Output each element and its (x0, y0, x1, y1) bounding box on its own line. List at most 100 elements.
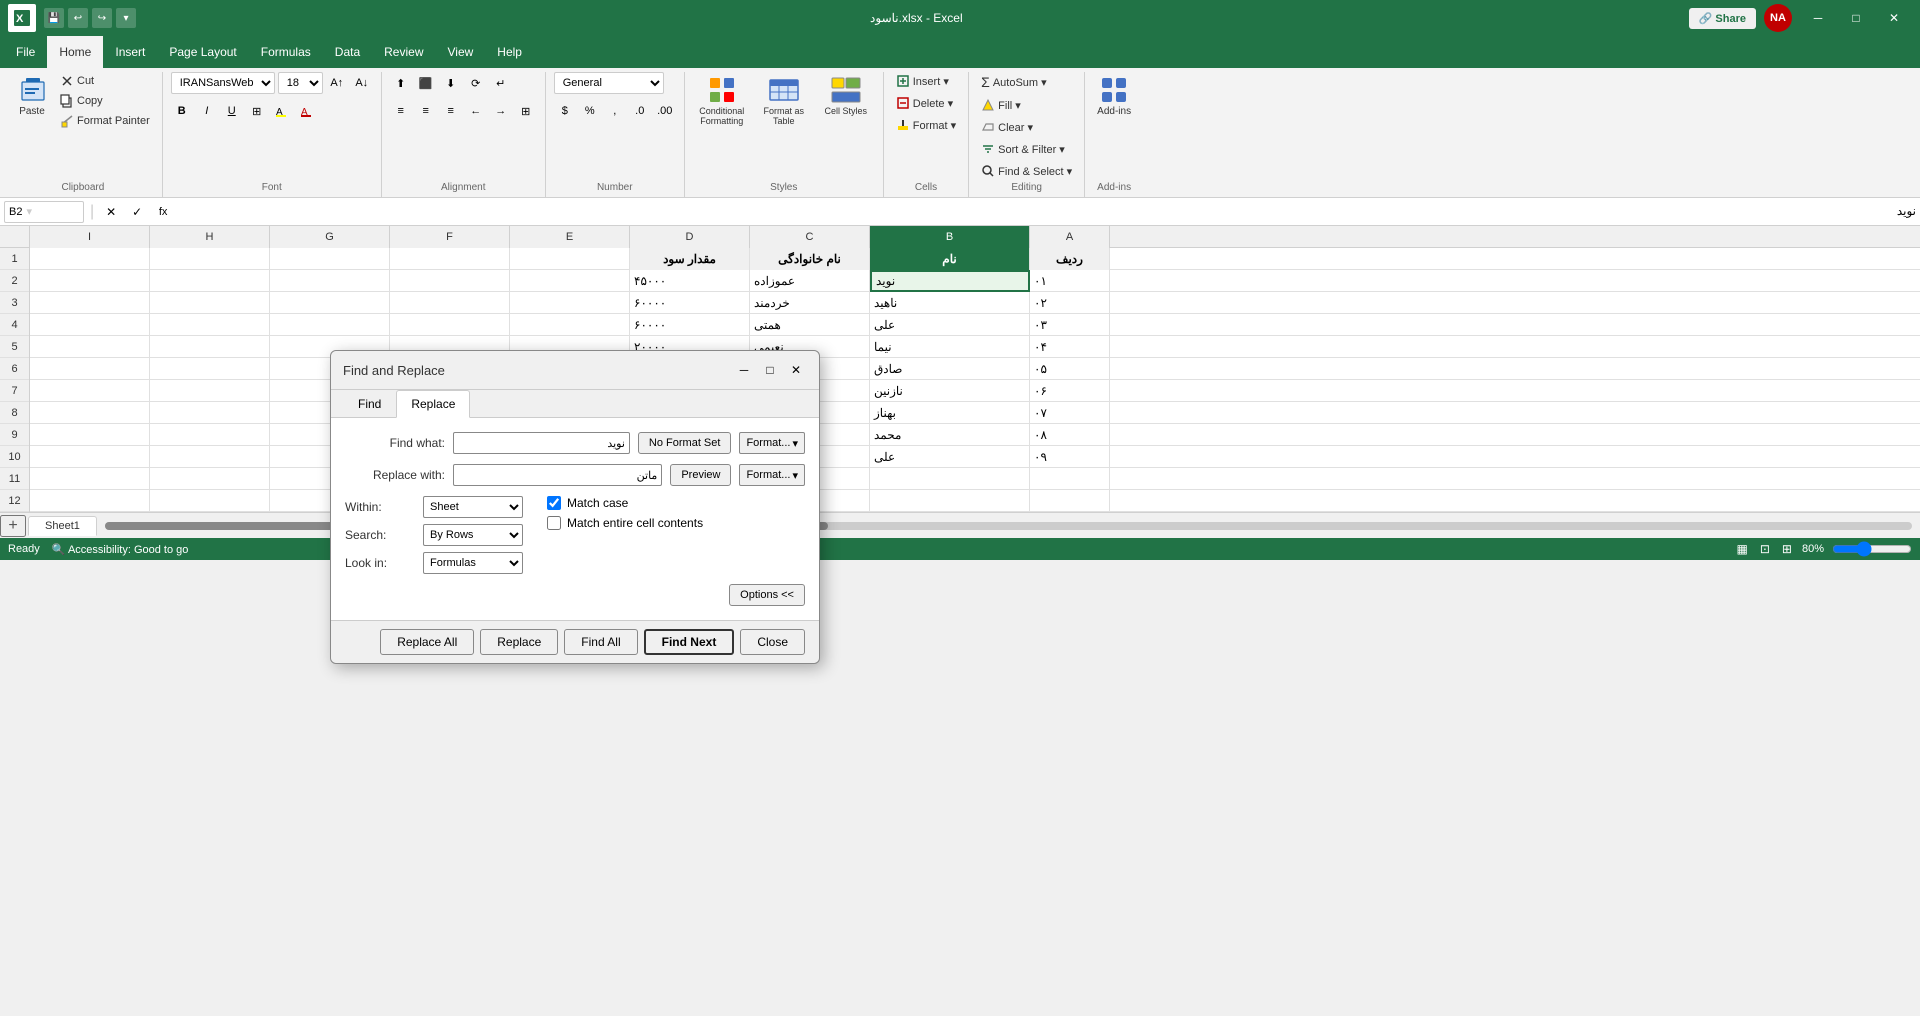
share-button[interactable]: 🔗 Share (1689, 8, 1756, 29)
cell-d1[interactable]: مقدار سود (630, 248, 750, 270)
cell-h12[interactable] (150, 490, 270, 512)
align-bottom-btn[interactable]: ⬇ (440, 72, 462, 94)
within-select[interactable]: Sheet Workbook (423, 496, 523, 518)
search-select[interactable]: By Rows By Columns (423, 524, 523, 546)
cell-b9[interactable]: محمد (870, 424, 1030, 446)
cancel-formula-btn[interactable]: ✕ (100, 201, 122, 223)
find-what-input[interactable] (453, 432, 630, 454)
cell-b12[interactable] (870, 490, 1030, 512)
row-num-2[interactable]: 2 (0, 270, 29, 292)
currency-btn[interactable]: $ (554, 100, 576, 122)
find-all-btn[interactable]: Find All (564, 629, 637, 655)
cell-e2[interactable] (510, 270, 630, 292)
no-format-set-btn[interactable]: No Format Set (638, 432, 732, 454)
cell-a10[interactable]: ۰۹ (1030, 446, 1110, 468)
cell-h5[interactable] (150, 336, 270, 358)
cell-g1[interactable] (270, 248, 390, 270)
tab-view[interactable]: View (436, 36, 486, 68)
row-num-8[interactable]: 8 (0, 402, 29, 424)
align-center-btn[interactable]: ≡ (415, 100, 437, 122)
cell-i8[interactable] (30, 402, 150, 424)
col-header-d[interactable]: D (630, 226, 750, 248)
insert-cells-button[interactable]: Insert ▾ (892, 72, 953, 90)
row-num-1[interactable]: 1 (0, 248, 29, 270)
cell-reference-box[interactable]: B2 ▾ (4, 201, 84, 223)
decrease-indent-btn[interactable]: ← (465, 100, 487, 122)
cell-ref-dropdown-icon[interactable]: ▾ (26, 205, 32, 218)
replace-with-input[interactable] (453, 464, 662, 486)
cell-h7[interactable] (150, 380, 270, 402)
cell-i10[interactable] (30, 446, 150, 468)
decrease-decimal-btn[interactable]: .0 (629, 100, 651, 122)
cell-a8[interactable]: ۰۷ (1030, 402, 1110, 424)
replace-format-btn[interactable]: Format... ▾ (739, 464, 805, 486)
row-num-7[interactable]: 7 (0, 380, 29, 402)
sheet-tab-1[interactable]: Sheet1 (28, 516, 97, 536)
col-header-e[interactable]: E (510, 226, 630, 248)
format-cells-button[interactable]: Format ▾ (892, 116, 960, 134)
dialog-close-btn[interactable]: ✕ (785, 359, 807, 381)
cell-a2[interactable]: ۰۱ (1030, 270, 1110, 292)
align-left-btn[interactable]: ≡ (390, 100, 412, 122)
cell-f1[interactable] (390, 248, 510, 270)
conditional-formatting-button[interactable]: Conditional Formatting (693, 72, 751, 128)
find-format-btn[interactable]: Format... ▾ (739, 432, 805, 454)
underline-button[interactable]: U (221, 100, 243, 122)
cell-g3[interactable] (270, 292, 390, 314)
italic-button[interactable]: I (196, 100, 218, 122)
row-num-4[interactable]: 4 (0, 314, 29, 336)
angle-text-btn[interactable]: ⟳ (465, 72, 487, 94)
undo-btn[interactable]: ↩ (68, 8, 88, 28)
cell-a7[interactable]: ۰۶ (1030, 380, 1110, 402)
cell-b7[interactable]: نازنین (870, 380, 1030, 402)
dialog-maximize-btn[interactable]: □ (759, 359, 781, 381)
copy-button[interactable]: Copy (56, 92, 154, 110)
row-num-12[interactable]: 12 (0, 490, 29, 512)
cell-h10[interactable] (150, 446, 270, 468)
cell-b4[interactable]: علی (870, 314, 1030, 336)
cell-h3[interactable] (150, 292, 270, 314)
cell-b11[interactable] (870, 468, 1030, 490)
cell-f4[interactable] (390, 314, 510, 336)
bold-button[interactable]: B (171, 100, 193, 122)
row-num-10[interactable]: 10 (0, 446, 29, 468)
cell-i7[interactable] (30, 380, 150, 402)
col-header-h[interactable]: H (150, 226, 270, 248)
dialog-minimize-btn[interactable]: ─ (733, 359, 755, 381)
cell-i5[interactable] (30, 336, 150, 358)
cell-b10[interactable]: علی (870, 446, 1030, 468)
row-num-6[interactable]: 6 (0, 358, 29, 380)
cell-i1[interactable] (30, 248, 150, 270)
cell-a12[interactable] (1030, 490, 1110, 512)
cell-e4[interactable] (510, 314, 630, 336)
increase-indent-btn[interactable]: → (490, 100, 512, 122)
normal-view-btn[interactable]: ▦ (1735, 540, 1750, 558)
cell-g4[interactable] (270, 314, 390, 336)
add-ins-button[interactable]: Add-ins (1093, 72, 1135, 119)
cell-e1[interactable] (510, 248, 630, 270)
font-size-select[interactable]: 18 (278, 72, 323, 94)
cell-b3[interactable]: ناهید (870, 292, 1030, 314)
tab-page-layout[interactable]: Page Layout (157, 36, 248, 68)
align-right-btn[interactable]: ≡ (440, 100, 462, 122)
cell-h9[interactable] (150, 424, 270, 446)
cell-b1[interactable]: نام (870, 248, 1030, 270)
row-num-5[interactable]: 5 (0, 336, 29, 358)
format-as-table-button[interactable]: Format as Table (755, 72, 813, 128)
sort-filter-button[interactable]: Sort & Filter ▾ (977, 140, 1069, 158)
paste-button[interactable]: Paste (12, 72, 52, 119)
format-painter-button[interactable]: Format Painter (56, 112, 154, 130)
cell-b5[interactable]: نیما (870, 336, 1030, 358)
replace-all-btn[interactable]: Replace All (380, 629, 474, 655)
col-header-i[interactable]: I (30, 226, 150, 248)
customize-btn[interactable]: ▾ (116, 8, 136, 28)
row-num-3[interactable]: 3 (0, 292, 29, 314)
align-top-btn[interactable]: ⬆ (390, 72, 412, 94)
font-name-select[interactable]: IRANSansWeb (171, 72, 275, 94)
tab-formulas[interactable]: Formulas (249, 36, 323, 68)
save-btn[interactable]: 💾 (44, 8, 64, 28)
cell-c2[interactable]: عموزاده (750, 270, 870, 292)
tab-file[interactable]: File (4, 36, 47, 68)
minimize-btn[interactable]: ─ (1800, 4, 1836, 32)
cell-h4[interactable] (150, 314, 270, 336)
